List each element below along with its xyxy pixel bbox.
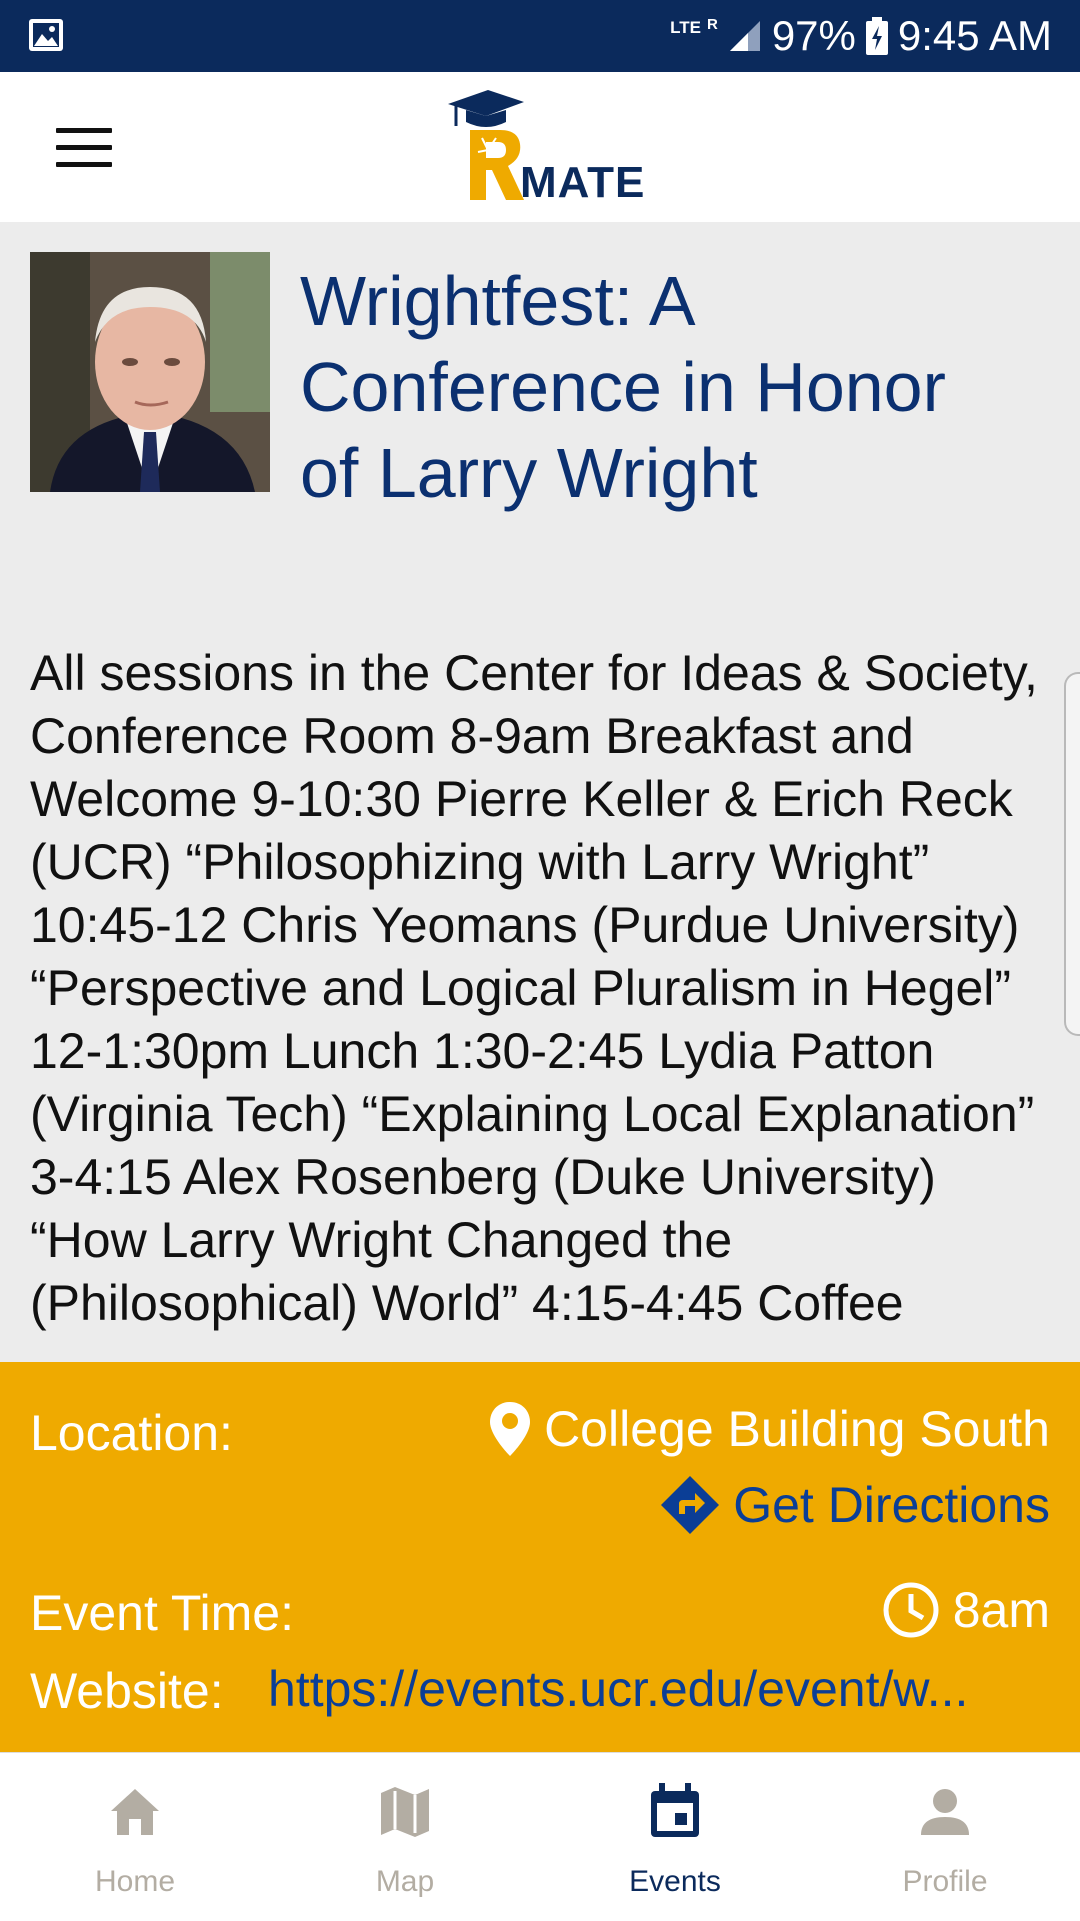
get-directions-link[interactable]: Get Directions bbox=[659, 1474, 1050, 1536]
website-link[interactable]: https://events.ucr.edu/event/w... bbox=[268, 1660, 1050, 1718]
home-icon bbox=[111, 1789, 159, 1835]
event-photo bbox=[30, 252, 270, 492]
map-icon bbox=[381, 1787, 429, 1837]
bottom-navigation: Home Map Events Profile bbox=[0, 1752, 1080, 1921]
nav-home[interactable]: Home bbox=[0, 1753, 270, 1921]
person-portrait-image bbox=[30, 252, 270, 492]
nav-profile[interactable]: Profile bbox=[810, 1753, 1080, 1921]
calendar-icon bbox=[651, 1783, 699, 1837]
battery-charging-icon bbox=[865, 17, 888, 55]
gallery-notification-icon bbox=[29, 19, 63, 51]
signal-icon bbox=[729, 21, 760, 51]
event-time-label: Event Time: bbox=[30, 1585, 294, 1641]
clock: 9:45 AM bbox=[897, 12, 1052, 59]
battery-percent: 97% bbox=[771, 12, 856, 59]
status-bar: LTE R 97% 9:45 AM bbox=[0, 0, 1080, 72]
event-content[interactable]: Wrightfest: A Conference in Honor of Lar… bbox=[0, 222, 1080, 1362]
location-pin-icon bbox=[490, 1402, 531, 1456]
event-description: All sessions in the Center for Ideas & S… bbox=[30, 645, 1038, 1331]
nav-events[interactable]: Events bbox=[540, 1753, 810, 1921]
hamburger-menu-icon[interactable] bbox=[56, 128, 112, 168]
directions-label[interactable]: Get Directions bbox=[733, 1476, 1050, 1534]
nav-map[interactable]: Map bbox=[270, 1753, 540, 1921]
person-icon bbox=[921, 1789, 969, 1835]
app-header: MATE bbox=[0, 72, 1080, 222]
location-label: Location: bbox=[30, 1405, 233, 1461]
network-type: LTE bbox=[670, 18, 701, 37]
logo-text: MATE bbox=[520, 158, 646, 207]
nav-profile-label: Profile bbox=[902, 1865, 988, 1898]
event-time-value: 8am bbox=[952, 1582, 1050, 1638]
event-info-panel: Location: College Building South Get Dir… bbox=[0, 1362, 1080, 1752]
event-time-row: 8am bbox=[881, 1580, 1050, 1640]
clock-icon bbox=[883, 1582, 939, 1638]
nav-map-label: Map bbox=[375, 1865, 435, 1898]
directions-icon bbox=[661, 1476, 720, 1534]
roaming-indicator: R bbox=[706, 15, 718, 33]
location-value-row: College Building South bbox=[488, 1400, 1050, 1458]
nav-home-label: Home bbox=[94, 1865, 176, 1898]
website-label: Website: bbox=[30, 1663, 224, 1719]
event-title: Wrightfest: A Conference in Honor of Lar… bbox=[300, 262, 946, 512]
scroll-indicator[interactable] bbox=[1064, 672, 1080, 1036]
nav-events-label: Events bbox=[629, 1865, 721, 1898]
location-value: College Building South bbox=[544, 1401, 1050, 1457]
